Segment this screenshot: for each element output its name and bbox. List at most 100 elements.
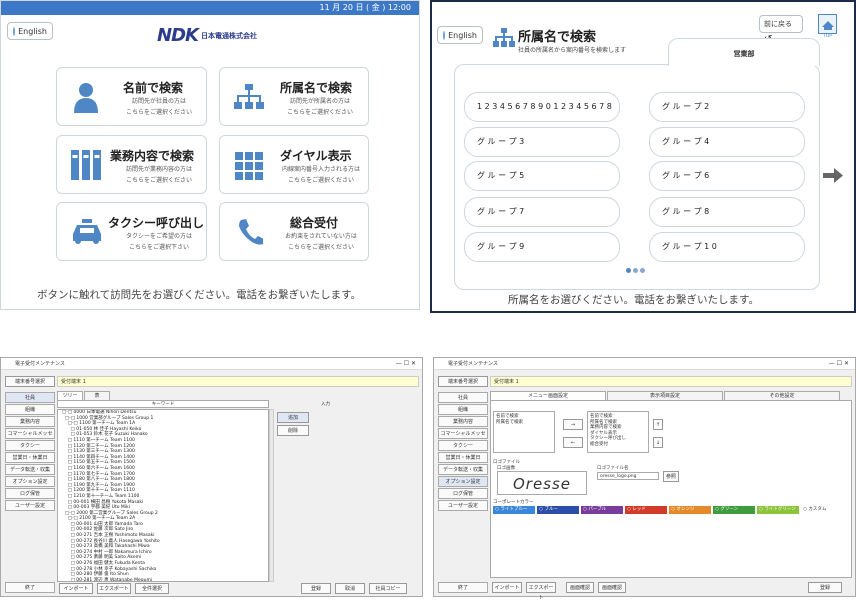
- side-nav-item[interactable]: 業務内容: [5, 416, 55, 427]
- card-sub2: こちらをご選択ください: [287, 177, 354, 184]
- register-button[interactable]: 登録: [301, 583, 331, 594]
- side-nav-item[interactable]: データ転送・収集: [438, 464, 488, 475]
- tab-tree[interactable]: ツリー: [57, 391, 83, 400]
- group-button[interactable]: グ ル ー プ 1 0: [649, 232, 805, 262]
- side-nav-item[interactable]: ログ保管: [438, 488, 488, 499]
- dial-display-button[interactable]: ダイヤル表示 内線案内番号入力される方は こちらをご選択ください: [219, 135, 369, 194]
- delete-button[interactable]: 削除: [277, 425, 309, 436]
- side-nav-item[interactable]: 社員: [5, 392, 55, 403]
- side-nav-item[interactable]: ユーザー設定: [5, 500, 55, 511]
- maintenance-window-employees: 電子受付メンテナンス — ☐ ✕ 端末番号選択 受付端末 1 社員 組織 業務内容…: [0, 357, 423, 597]
- color-option[interactable]: ○ ライトグリーン: [757, 506, 799, 514]
- general-reception-button[interactable]: 総合受付 お約束をされていない方は こちらをご選択ください: [219, 202, 369, 261]
- terminal-select-button[interactable]: 端末番号選択: [5, 376, 55, 387]
- available-menu-list[interactable]: 名前で検索 所属名で検索: [493, 411, 555, 453]
- add-button[interactable]: 追加: [277, 412, 309, 423]
- corporate-color-label: コーポレートカラー: [493, 500, 534, 505]
- move-right-button[interactable]: →: [563, 419, 583, 430]
- search-by-department-button[interactable]: 所属名で検索 訪問先が所属名の方は こちらをご選択ください: [219, 67, 369, 126]
- color-option[interactable]: ○ グリーン: [713, 506, 755, 514]
- department-search-screen: English 所属名で検索 社員の所属名から案内番号を検索します 前に戻る ↺…: [430, 0, 856, 313]
- export-button[interactable]: エクスポート: [526, 582, 556, 601]
- datetime-bar: 11 月 20 日 ( 金 ) 12:00: [1, 1, 419, 15]
- card-subtitle: 訪問先が社員の方は こちらをご選択ください: [117, 96, 201, 118]
- window-title: 電子受付メンテナンス: [15, 361, 65, 367]
- import-button[interactable]: インポート: [492, 582, 522, 593]
- window-controls-icon[interactable]: — ☐ ✕: [829, 358, 849, 370]
- exit-button[interactable]: 終了: [438, 582, 488, 593]
- english-button[interactable]: English: [7, 22, 53, 40]
- english-button[interactable]: English: [437, 26, 483, 44]
- tab-display-items[interactable]: 表示項目設定: [607, 391, 723, 400]
- select-all-button[interactable]: 全件選択: [135, 583, 169, 594]
- color-option[interactable]: ○ レッド: [625, 506, 667, 514]
- preview-button-2[interactable]: 画面確認: [598, 582, 626, 593]
- keyword-field[interactable]: キーワード: [57, 400, 269, 408]
- preview-button[interactable]: 画面確認: [566, 582, 594, 593]
- group-button[interactable]: グ ル ー プ 9: [464, 232, 620, 262]
- tab-other-settings[interactable]: その他設定: [724, 391, 840, 400]
- top-button[interactable]: TOP: [818, 14, 837, 39]
- exit-button[interactable]: 終了: [5, 582, 55, 593]
- side-nav-item[interactable]: ログ保管: [5, 488, 55, 499]
- group-button[interactable]: グ ル ー プ 3: [464, 127, 620, 157]
- card-title: 業務内容で検索: [110, 149, 195, 163]
- side-nav-item[interactable]: タクシー: [5, 440, 55, 451]
- list-item[interactable]: 総合受付: [590, 442, 646, 448]
- side-nav-item[interactable]: 業務内容: [438, 416, 488, 427]
- side-nav-item[interactable]: 組織: [5, 404, 55, 415]
- tree-node[interactable]: □ 00-281 渡辺 恵 Watanabe Megumi: [62, 578, 268, 581]
- color-selector[interactable]: ○ ライトブルー ○ ブルー ○ パープル ○ レッド ○ オレンジ ○ グリーン ○ ライ…: [493, 506, 851, 514]
- group-button[interactable]: 1 2 3 4 5 6 7 8 9 0 1 2 3 4 5 6 7 8 9 0: [464, 92, 620, 139]
- group-button[interactable]: グ ル ー プ 6: [649, 161, 805, 191]
- window-controls-icon[interactable]: — ☐ ✕: [396, 358, 416, 370]
- side-nav-item[interactable]: コマーシャルメッセージ: [438, 428, 488, 447]
- search-by-name-button[interactable]: 名前で検索 訪問先が社員の方は こちらをご選択ください: [56, 67, 207, 126]
- org-tree[interactable]: □-□ 0000 日本電通 Nihon Dentsu □-□ 1000 営業部グ…: [57, 409, 269, 582]
- side-nav-item[interactable]: 組織: [438, 404, 488, 415]
- side-nav-item[interactable]: タクシー: [438, 440, 488, 451]
- tab-table[interactable]: 表: [84, 391, 110, 400]
- side-nav-item[interactable]: 営業日・休業日: [5, 452, 55, 463]
- side-nav-item[interactable]: コマーシャルメッセージ: [5, 428, 55, 447]
- browse-button[interactable]: 参照: [663, 471, 679, 482]
- tree-scrollbar[interactable]: [269, 409, 274, 582]
- side-nav-item[interactable]: オプション設定: [438, 476, 488, 487]
- move-left-button[interactable]: ←: [563, 437, 583, 448]
- color-option[interactable]: ○ パープル: [581, 506, 623, 514]
- group-button[interactable]: グ ル ー プ 5: [464, 161, 620, 191]
- list-item[interactable]: 所属名で検索: [496, 420, 552, 426]
- move-up-button[interactable]: ↑: [653, 419, 663, 430]
- group-button[interactable]: グ ル ー プ 8: [649, 197, 805, 227]
- side-nav-item[interactable]: データ転送・収集: [5, 464, 55, 475]
- tab-menu-screen[interactable]: メニュー画面設定: [490, 391, 606, 400]
- cancel-button[interactable]: 取消: [335, 583, 365, 594]
- card-subtitle: 訪問先が所属名の方は こちらをご選択ください: [276, 96, 364, 118]
- color-option-custom[interactable]: ○ カスタム: [801, 506, 841, 514]
- side-nav-item[interactable]: 営業日・休業日: [438, 452, 488, 463]
- card-sub1: 内線案内番号入力される方は: [281, 166, 360, 173]
- side-nav-item[interactable]: オプション設定: [5, 476, 55, 487]
- color-option[interactable]: ○ ライトブルー: [493, 506, 535, 514]
- taxi-call-button[interactable]: タクシー呼び出し タクシーをご希望の方は こちらをご選択下さい: [56, 202, 207, 261]
- copy-employee-button[interactable]: 社員コピー: [369, 583, 407, 594]
- back-button[interactable]: 前に戻る ↺: [759, 15, 803, 45]
- search-by-business-button[interactable]: 業務内容で検索 訪問先が業務内容の方は こちらをご選択ください: [56, 135, 207, 194]
- selected-menu-list[interactable]: 名前で検索 所属名で検索 業務内容で検索 ダイヤル表示 タクシー呼び出し 総合受付: [587, 411, 649, 453]
- tab-sales-dept[interactable]: 営業部: [668, 38, 820, 66]
- group-button[interactable]: グ ル ー プ 2: [649, 92, 805, 122]
- color-option[interactable]: ○ オレンジ: [669, 506, 711, 514]
- color-option[interactable]: ○ ブルー: [537, 506, 579, 514]
- terminal-select-button[interactable]: 端末番号選択: [438, 376, 488, 387]
- side-nav-item[interactable]: 社員: [438, 392, 488, 403]
- group-button[interactable]: グ ル ー プ 7: [464, 197, 620, 227]
- logo-filename-input[interactable]: oresse_logo.png: [597, 472, 659, 480]
- import-button[interactable]: インポート: [59, 583, 93, 594]
- move-down-button[interactable]: ↓: [653, 437, 663, 448]
- export-button[interactable]: エクスポート: [97, 583, 131, 594]
- next-arrow-icon[interactable]: [823, 168, 843, 183]
- card-subtitle: タクシーをご希望の方は こちらをご選択下さい: [115, 231, 203, 253]
- side-nav-item[interactable]: ユーザー設定: [438, 500, 488, 511]
- register-button[interactable]: 登録: [808, 582, 842, 593]
- group-button[interactable]: グ ル ー プ 4: [649, 127, 805, 157]
